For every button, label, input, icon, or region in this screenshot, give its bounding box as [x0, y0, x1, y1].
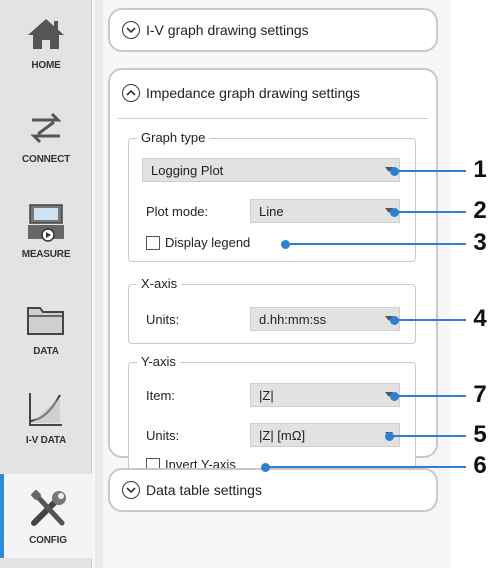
callout-4: 4	[473, 305, 487, 332]
y-units-value: |Z| [mΩ]	[259, 427, 306, 443]
data-table-settings-label: Data table settings	[146, 482, 262, 498]
plot-mode-select[interactable]: Line	[250, 199, 400, 223]
scrollbar[interactable]	[95, 0, 103, 568]
callout-5: 5	[473, 421, 487, 448]
nav-home-label: HOME	[31, 59, 61, 71]
sidebar-nav: HOME CONNECT MEASURE DATA I-V DATA CONFI…	[0, 0, 92, 568]
callout-6: 6	[473, 452, 487, 479]
graph-type-select[interactable]: Logging Plot	[142, 158, 400, 182]
tools-icon	[24, 487, 72, 531]
y-item-label: Item:	[146, 388, 175, 403]
nav-iv-data[interactable]: I-V DATA	[0, 378, 92, 454]
home-icon	[22, 12, 70, 56]
x-units-value: d.hh:mm:ss	[259, 311, 327, 327]
callout-line	[269, 466, 466, 468]
impedance-settings-toggle[interactable]: Impedance graph drawing settings	[122, 84, 360, 102]
iv-settings-toggle[interactable]: I-V graph drawing settings	[108, 8, 438, 52]
nav-home[interactable]: HOME	[0, 6, 92, 76]
divider	[118, 118, 428, 119]
nav-measure[interactable]: MEASURE	[0, 192, 92, 268]
checkbox-box[interactable]	[146, 235, 160, 250]
folder-icon	[22, 298, 70, 342]
x-axis-title: X-axis	[137, 276, 182, 291]
iv-curve-icon	[22, 387, 70, 431]
nav-iv-data-label: I-V DATA	[25, 434, 67, 446]
nav-data[interactable]: DATA	[0, 290, 92, 364]
callout-line	[289, 243, 466, 245]
graph-type-title: Graph type	[137, 130, 210, 145]
nav-config[interactable]: CONFIG	[0, 474, 92, 558]
impedance-settings-label: Impedance graph drawing settings	[146, 85, 361, 101]
chevron-down-icon	[122, 21, 140, 39]
measure-icon	[22, 201, 70, 245]
display-legend-checkbox[interactable]: Display legend	[146, 235, 250, 250]
callout-line	[398, 395, 466, 397]
x-units-select[interactable]: d.hh:mm:ss	[250, 307, 400, 331]
nav-config-label: CONFIG	[29, 534, 67, 546]
y-item-select[interactable]: |Z|	[250, 383, 400, 407]
callout-line	[398, 319, 466, 321]
callout-line	[398, 170, 466, 172]
y-units-select[interactable]: |Z| [mΩ]	[250, 423, 400, 447]
display-legend-label: Display legend	[165, 235, 251, 250]
connect-icon	[22, 106, 70, 150]
callout-line	[398, 211, 466, 213]
plot-mode-label: Plot mode:	[146, 204, 209, 219]
nav-data-label: DATA	[33, 345, 59, 357]
callout-7: 7	[473, 381, 487, 408]
iv-settings-label: I-V graph drawing settings	[146, 22, 309, 38]
plot-mode-value: Line	[259, 203, 284, 219]
y-axis-title: Y-axis	[137, 354, 180, 369]
callout-1: 1	[473, 156, 487, 183]
chevron-down-icon	[122, 481, 140, 499]
callout-line	[393, 435, 466, 437]
data-table-settings-toggle[interactable]: Data table settings	[108, 468, 438, 512]
chevron-up-icon	[122, 84, 140, 102]
nav-connect-label: CONNECT	[21, 153, 71, 165]
callout-2: 2	[473, 197, 487, 224]
nav-measure-label: MEASURE	[21, 248, 71, 260]
nav-connect[interactable]: CONNECT	[0, 100, 92, 170]
callout-3: 3	[473, 229, 487, 256]
graph-type-value: Logging Plot	[151, 162, 224, 178]
x-units-label: Units:	[146, 312, 180, 327]
y-units-label: Units:	[146, 428, 180, 443]
y-item-value: |Z|	[259, 387, 274, 403]
